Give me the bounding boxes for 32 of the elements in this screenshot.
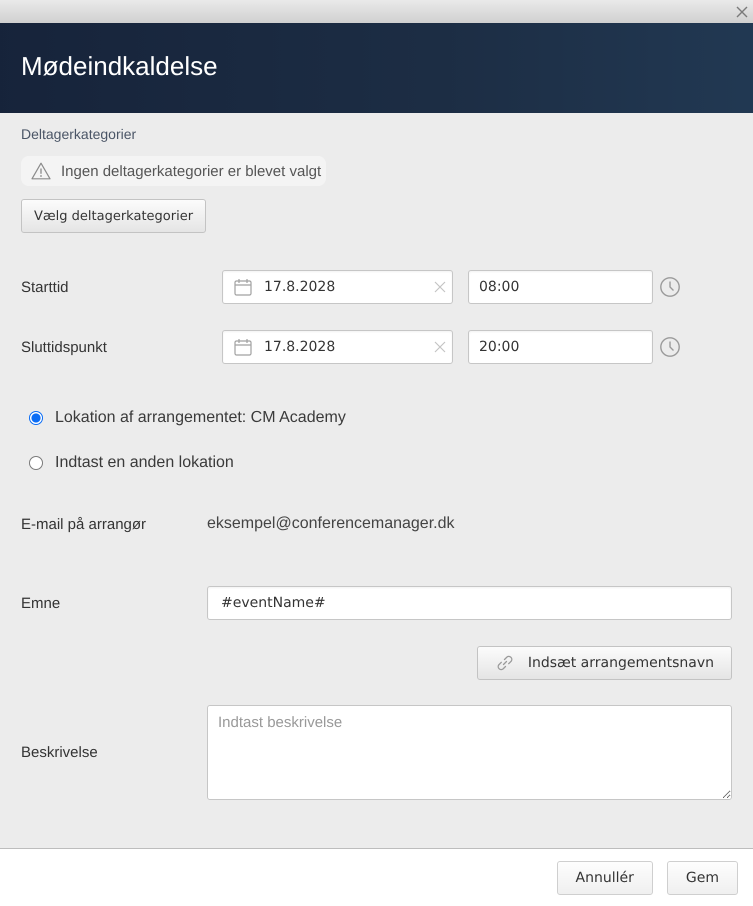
link-icon bbox=[494, 653, 515, 673]
time-field[interactable]: 20:00 bbox=[468, 330, 653, 364]
field-label: Starttid bbox=[21, 278, 70, 296]
subject-field[interactable]: #eventName# bbox=[207, 586, 732, 620]
date-field[interactable]: 17.8.2028 bbox=[222, 330, 453, 364]
insert-event-name-button[interactable]: Indsæt arrangementsnavn bbox=[476, 646, 732, 680]
email-value: eksempel@conferencemanager.dk bbox=[207, 515, 454, 533]
warning-icon bbox=[31, 162, 51, 180]
section-label: Deltagerkategorier bbox=[21, 125, 136, 144]
field-label: Emne bbox=[21, 594, 62, 612]
clock-icon[interactable] bbox=[660, 337, 680, 357]
clear-icon[interactable] bbox=[434, 341, 446, 353]
dialog-title: Mødeindkaldelse bbox=[21, 50, 218, 82]
calendar-icon bbox=[234, 338, 252, 356]
save-button[interactable]: Gem bbox=[666, 861, 738, 895]
description-field[interactable]: Indtast beskrivelse bbox=[207, 705, 732, 800]
date-field[interactable]: 17.8.2028 bbox=[222, 270, 453, 304]
select-categories-button[interactable]: Vælg deltagerkategorier bbox=[21, 199, 206, 233]
radio-button[interactable] bbox=[29, 456, 43, 470]
clock-icon[interactable] bbox=[660, 277, 680, 297]
field-label: E-mail på arrangør bbox=[21, 516, 148, 532]
close-icon[interactable] bbox=[736, 6, 748, 18]
radio-label[interactable]: Indtast en anden lokation bbox=[55, 454, 234, 472]
calendar-icon bbox=[234, 278, 252, 296]
radio-label[interactable]: Lokation af arrangementet: CM Academy bbox=[55, 409, 346, 427]
time-field[interactable]: 08:00 bbox=[468, 270, 653, 304]
radio-button[interactable] bbox=[29, 411, 43, 425]
clear-icon[interactable] bbox=[434, 281, 446, 293]
field-label: Beskrivelse bbox=[21, 744, 99, 761]
warning-text: Ingen deltagerkategorier er blevet valgt bbox=[61, 162, 322, 180]
cancel-button[interactable]: Annullér bbox=[556, 861, 653, 895]
field-label: Sluttidspunkt bbox=[21, 338, 108, 356]
